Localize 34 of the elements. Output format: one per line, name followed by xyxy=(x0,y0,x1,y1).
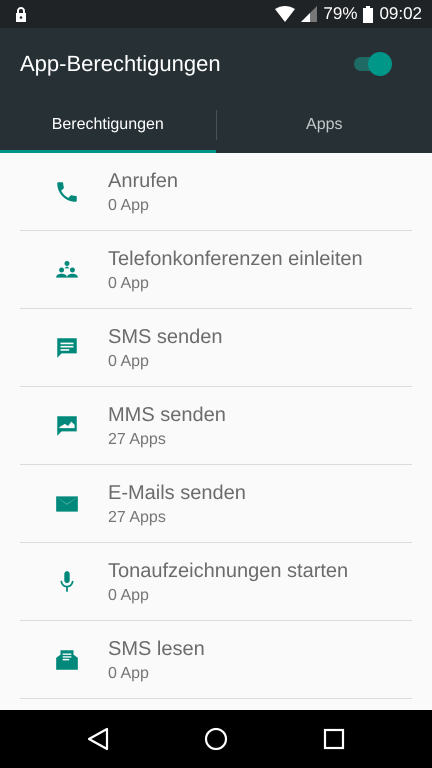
permission-title: Telefonkonferenzen einleiten xyxy=(108,248,363,271)
permission-title: SMS senden xyxy=(108,326,223,349)
permission-item[interactable]: SMS lesen 0 App xyxy=(20,621,412,699)
permission-item[interactable]: SMS senden 0 App xyxy=(20,309,412,387)
lock-icon xyxy=(14,6,28,22)
app-count: 0 App xyxy=(108,353,150,371)
recents-icon[interactable] xyxy=(322,728,345,750)
app-count: 0 App xyxy=(108,665,150,683)
app-count: 27 Apps xyxy=(108,431,167,449)
battery-icon xyxy=(363,6,374,22)
clock: 09:02 xyxy=(379,4,422,24)
app-count: 0 App xyxy=(108,275,150,293)
tab[interactable]: Berechtigungen xyxy=(0,100,216,153)
tab[interactable]: Apps xyxy=(216,100,432,153)
app-count: 27 Apps xyxy=(108,509,167,527)
permission-item[interactable]: Telefonkonferenzen einleiten 0 App xyxy=(20,231,412,309)
permission-title: E-Mails senden xyxy=(108,482,246,505)
app-count: 0 App xyxy=(108,197,150,215)
permission-title: MMS senden xyxy=(108,404,226,427)
permission-title: Tonaufzeichnungen starten xyxy=(108,560,348,583)
back-icon[interactable] xyxy=(87,727,110,751)
permission-item[interactable]: Tonaufzeichnungen starten 0 App xyxy=(20,543,412,621)
home-icon[interactable] xyxy=(204,727,228,751)
permission-item[interactable]: MMS senden 27 Apps xyxy=(20,387,412,465)
screen-title: App-Berechtigungen xyxy=(20,51,221,77)
app-count: 0 App xyxy=(108,587,150,605)
permission-title: Anrufen xyxy=(108,170,178,193)
signal-icon xyxy=(301,6,318,22)
permission-item[interactable]: E-Mails senden 27 Apps xyxy=(20,465,412,543)
permission-title: SMS lesen xyxy=(108,638,205,661)
permission-item[interactable]: Anrufen 0 App xyxy=(20,153,412,231)
toggle-switch[interactable] xyxy=(352,51,392,77)
battery-level: 79% xyxy=(323,4,358,24)
wifi-icon xyxy=(275,6,296,22)
